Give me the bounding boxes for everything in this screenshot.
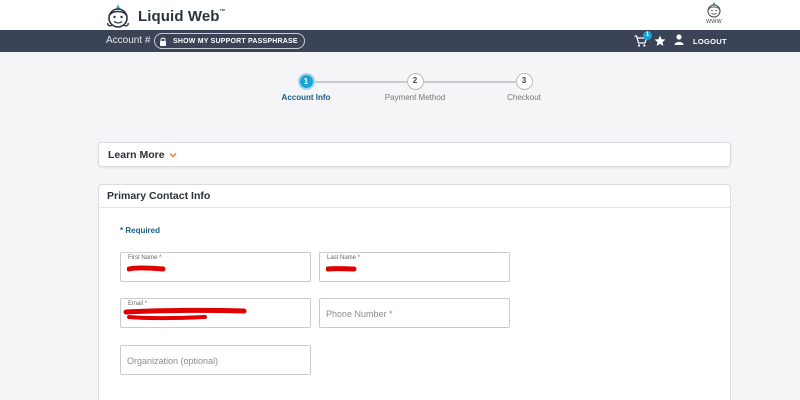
top-brand-bar: Liquid Web™ www (0, 0, 800, 30)
organization-input[interactable] (127, 352, 303, 369)
step-label: Payment Method (384, 93, 446, 102)
required-note: * Required (120, 226, 161, 235)
brand-logo-link[interactable]: Liquid Web™ (104, 3, 226, 29)
organization-field[interactable] (120, 345, 311, 375)
user-icon[interactable] (674, 34, 684, 45)
star-icon[interactable] (654, 35, 666, 47)
redaction-mark (123, 307, 247, 321)
learn-more-label: Learn More (108, 149, 165, 161)
step-checkout[interactable]: 3 Checkout (479, 73, 569, 102)
step-label: Account Info (281, 93, 331, 102)
www-label: www (705, 18, 723, 25)
passphrase-button-label: SHOW MY SUPPORT PASSPHRASE (173, 37, 298, 45)
logout-link[interactable]: LOGOUT (693, 37, 727, 46)
www-menu[interactable]: www (702, 1, 726, 25)
step-number: 2 (406, 73, 424, 90)
account-navbar: Account # SHOW MY SUPPORT PASSPHRASE 1 L… (0, 30, 800, 52)
account-number-label: Account # (106, 35, 151, 46)
www-face-icon (707, 1, 721, 18)
learn-more-toggle[interactable]: Learn More (108, 149, 177, 161)
first-name-label: First Name * (128, 255, 162, 261)
last-name-field[interactable]: Last Name * (319, 252, 510, 282)
primary-contact-title: Primary Contact Info (99, 185, 730, 208)
last-name-label: Last Name * (327, 255, 361, 261)
liquid-web-face-icon (107, 4, 129, 28)
step-payment-method[interactable]: 2 Payment Method (370, 73, 460, 102)
step-number: 1 (297, 73, 315, 90)
checkout-stepper: 1 Account Info 2 Payment Method 3 Checko… (270, 73, 560, 105)
learn-more-panel: Learn More (98, 142, 731, 167)
step-label: Checkout (507, 93, 541, 102)
primary-contact-panel: Primary Contact Info * Required First Na… (98, 184, 731, 400)
lock-icon (160, 37, 166, 46)
phone-input[interactable] (326, 305, 502, 322)
first-name-field[interactable]: First Name * (120, 252, 311, 282)
phone-field[interactable] (319, 298, 510, 328)
chevron-down-icon (169, 153, 177, 158)
brand-name: Liquid Web™ (138, 7, 226, 25)
step-account-info[interactable]: 1 Account Info (261, 73, 351, 102)
redaction-mark (326, 266, 357, 272)
cart-count-badge: 1 (643, 31, 652, 40)
email-field[interactable]: Email * (120, 298, 311, 328)
step-number: 3 (515, 73, 533, 90)
redaction-mark (127, 265, 166, 272)
show-support-passphrase-button[interactable]: SHOW MY SUPPORT PASSPHRASE (154, 33, 305, 49)
